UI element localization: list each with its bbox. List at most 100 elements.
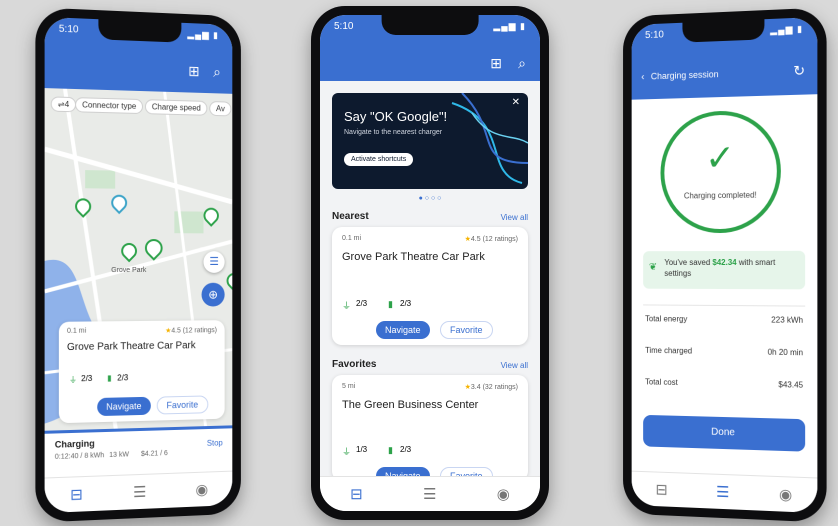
phone-session-view: 5:10 ▂▄▆ ▮ ‹ Charging session ↻ ✓ Chargi… <box>623 7 827 523</box>
complete-label: Charging completed! <box>683 190 757 201</box>
filter-availability[interactable]: Av <box>209 101 232 117</box>
station-title: Grove Park Theatre Car Park <box>342 251 485 263</box>
rating-text: 4.5 (12 ratings) <box>470 236 518 243</box>
total-cost-label: Total cost <box>645 377 678 388</box>
savings-amount: $42.34 <box>712 257 737 268</box>
station-card[interactable]: 0.1 mi ★4.5 (12 ratings) Grove Park Thea… <box>58 320 225 424</box>
station-rating: ★3.4 (32 ratings) <box>465 383 518 391</box>
banner-subtitle: Navigate to the nearest charger <box>344 129 443 136</box>
stat-available: 2/3 <box>356 299 368 308</box>
notch <box>682 19 765 43</box>
map-icon[interactable]: ⊟ <box>350 485 363 503</box>
station-title: Grove Park Theatre Car Park <box>66 340 196 354</box>
map-screen: 5:10 ▂▄▆ ▮ ⊞ ⌕ ⇌4 Connector type Charge … <box>44 16 233 514</box>
ok-google-banner[interactable]: ✕ Say "OK Google"! Navigate to the neare… <box>332 93 528 189</box>
bottom-nav: ⊟ ☰ ◉ <box>631 470 818 514</box>
home-screen: 5:10 ▂▄▆ ▮ ⊞ ⌕ ✕ Say "OK Google"! Naviga… <box>320 15 540 511</box>
station-distance: 5 mi <box>342 383 356 390</box>
station-distance: 0.1 mi <box>342 235 362 242</box>
map-icon[interactable]: ⊟ <box>70 485 83 504</box>
activate-shortcuts-button[interactable]: Activate shortcuts <box>344 153 414 166</box>
qr-code-icon[interactable]: ⊞ <box>188 63 199 80</box>
map-icon[interactable]: ⊟ <box>655 480 667 498</box>
rating-text: 3.4 (32 ratings) <box>470 384 518 391</box>
savings-prefix: You've saved <box>664 258 713 267</box>
station-rating: ★4.5 (12 ratings) <box>165 326 217 335</box>
search-icon[interactable]: ⌕ <box>213 64 221 81</box>
favorite-button[interactable]: Favorite <box>156 395 208 415</box>
plug-icon: ⏚ <box>342 301 352 311</box>
checkmark-icon: ✓ <box>705 136 735 179</box>
charging-detail-2: 13 kW <box>109 451 129 460</box>
nearest-station-card[interactable]: 0.1 mi ★4.5 (12 ratings) Grove Park Thea… <box>332 227 528 345</box>
map-place-label: Grove Park <box>111 266 147 275</box>
station-rating: ★4.5 (12 ratings) <box>465 235 518 243</box>
user-icon[interactable]: ◉ <box>497 485 510 503</box>
charger-icon: ▮ <box>388 299 393 309</box>
session-screen: 5:10 ▂▄▆ ▮ ‹ Charging session ↻ ✓ Chargi… <box>631 16 818 514</box>
banner-title: Say "OK Google"! <box>344 109 448 124</box>
charging-title: Charging <box>54 438 95 450</box>
charging-status-bar[interactable]: Charging 0:12:40 / 8 kWh 13 kW $4.21 / 6… <box>44 425 233 479</box>
user-icon[interactable]: ◉ <box>779 485 792 504</box>
list-icon[interactable]: ☰ <box>716 483 729 502</box>
status-time: 5:10 <box>645 29 664 42</box>
charging-detail-1: 0:12:40 / 8 kWh <box>54 452 105 461</box>
total-energy-label: Total energy <box>645 314 688 324</box>
list-icon[interactable]: ☰ <box>423 485 436 503</box>
status-icons: ▂▄▆ ▮ <box>493 21 526 31</box>
stat-speed: 2/3 <box>117 373 129 383</box>
leaf-icon: ❦ <box>648 262 657 273</box>
station-title: The Green Business Center <box>342 399 479 411</box>
nearest-view-all-link[interactable]: View all <box>501 213 528 222</box>
navigate-button[interactable]: Navigate <box>376 321 430 339</box>
favorite-button[interactable]: Favorite <box>440 321 493 339</box>
bottom-nav: ⊟ ☰ ◉ <box>44 470 233 514</box>
navigate-button[interactable]: Navigate <box>97 396 151 417</box>
stat-speed: 2/3 <box>400 445 412 454</box>
location-crosshair-icon[interactable]: ⊕ <box>201 282 225 307</box>
refresh-icon[interactable]: ↻ <box>793 62 805 80</box>
done-button[interactable]: Done <box>643 414 806 452</box>
status-time: 5:10 <box>58 23 79 36</box>
filter-charge-speed[interactable]: Charge speed <box>144 99 208 116</box>
divider <box>643 304 806 307</box>
filter-icon[interactable]: ⇌4 <box>50 96 77 113</box>
notch <box>98 19 181 43</box>
plug-icon: ⏚ <box>68 375 78 385</box>
plug-icon: ⏚ <box>342 447 352 457</box>
favorites-view-all-link[interactable]: View all <box>501 361 528 370</box>
savings-banner: ❦ You've saved $42.34 with smart setting… <box>643 250 806 290</box>
stat-available: 2/3 <box>81 373 93 384</box>
list-icon[interactable]: ☰ <box>203 251 225 273</box>
stat-available: 1/3 <box>356 445 368 454</box>
session-header: Charging session <box>650 69 719 82</box>
back-arrow-icon[interactable]: ‹ <box>641 72 644 83</box>
charging-detail-3: $4.21 / 6 <box>140 450 168 458</box>
status-icons: ▂▄▆ ▮ <box>187 28 219 41</box>
filter-connector-type[interactable]: Connector type <box>75 97 144 115</box>
qr-code-icon[interactable]: ⊞ <box>490 55 502 72</box>
rating-text: 4.5 (12 ratings) <box>171 327 217 335</box>
nearest-heading: Nearest <box>332 211 369 222</box>
list-icon[interactable]: ☰ <box>133 483 146 502</box>
station-distance: 0.1 mi <box>66 327 87 335</box>
total-energy-value: 223 kWh <box>771 315 804 325</box>
savings-text: You've saved $42.34 with smart settings <box>664 257 799 279</box>
time-charged-label: Time charged <box>645 345 693 356</box>
status-time: 5:10 <box>334 21 354 32</box>
carousel-dots: ● ○ ○ ○ <box>418 195 442 202</box>
close-icon[interactable]: ✕ <box>512 97 520 108</box>
time-charged-value: 0h 20 min <box>767 347 804 358</box>
banner-art <box>451 93 528 184</box>
favorites-heading: Favorites <box>332 359 377 370</box>
favorite-station-card[interactable]: 5 mi ★3.4 (32 ratings) The Green Busines… <box>332 375 528 485</box>
success-ring: ✓ Charging completed! <box>660 109 781 234</box>
search-icon[interactable]: ⌕ <box>518 55 526 72</box>
status-icons: ▂▄▆ ▮ <box>770 23 804 36</box>
user-icon[interactable]: ◉ <box>195 480 208 498</box>
charger-icon: ▮ <box>388 445 393 455</box>
stop-button[interactable]: Stop <box>207 438 223 447</box>
total-cost-value: $43.45 <box>778 380 804 390</box>
phone-home-view: 5:10 ▂▄▆ ▮ ⊞ ⌕ ✕ Say "OK Google"! Naviga… <box>311 6 549 520</box>
